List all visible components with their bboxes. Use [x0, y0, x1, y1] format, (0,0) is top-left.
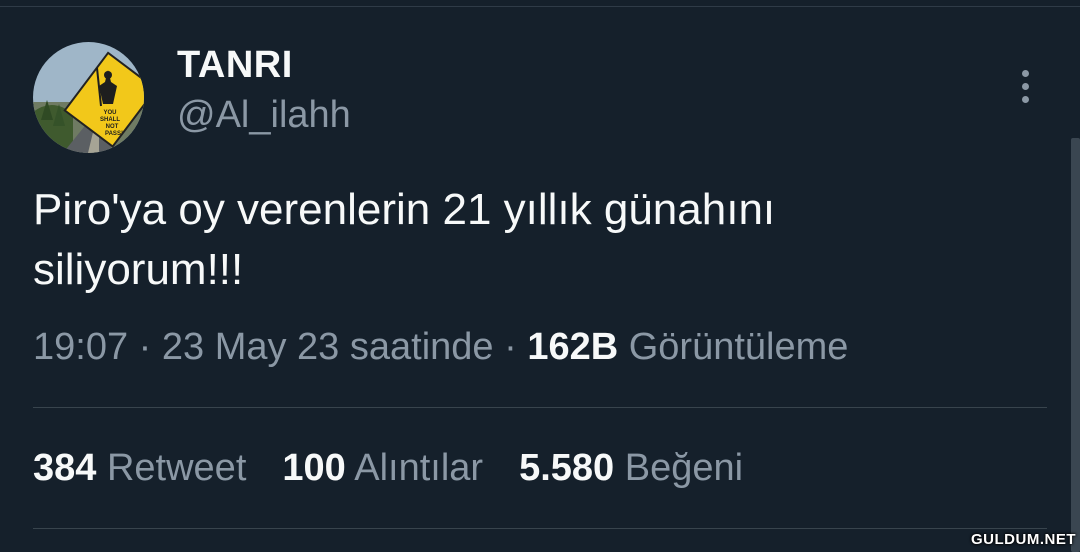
- more-options-icon[interactable]: [1008, 64, 1042, 108]
- svg-text:NOT: NOT: [106, 124, 119, 130]
- meta-separator: ·: [504, 326, 517, 368]
- quote-stat[interactable]: 100 Alıntılar: [282, 447, 483, 490]
- quote-label: Alıntılar: [354, 447, 484, 489]
- like-stat[interactable]: 5.580 Beğeni: [519, 447, 743, 490]
- tweet-text-line: Piro'ya oy verenlerin 21 yıllık günahını: [33, 185, 776, 234]
- quote-count: 100: [282, 447, 346, 489]
- avatar-image: YOU SHALL NOT PASS!: [33, 42, 144, 153]
- divider: [33, 407, 1047, 408]
- views-label[interactable]: Görüntüleme: [629, 326, 849, 368]
- watermark: GULDUM.NET: [971, 531, 1076, 548]
- avatar[interactable]: YOU SHALL NOT PASS!: [33, 42, 144, 153]
- tweet-date[interactable]: 23 May 23 saatinde: [162, 326, 494, 368]
- tweet-time[interactable]: 19:07: [33, 326, 128, 368]
- retweet-count: 384: [33, 447, 97, 489]
- tweet-meta: 19:07 · 23 May 23 saatinde · 162B Görünt…: [33, 326, 848, 369]
- views-count[interactable]: 162B: [527, 326, 618, 368]
- svg-text:SHALL: SHALL: [100, 117, 120, 123]
- engagement-stats: 384 Retweet 100 Alıntılar 5.580 Beğeni: [33, 447, 779, 490]
- scrollbar[interactable]: [1071, 138, 1080, 552]
- like-label: Beğeni: [624, 447, 744, 489]
- retweet-label: Retweet: [106, 447, 247, 489]
- meta-separator: ·: [138, 326, 152, 368]
- like-count: 5.580: [519, 447, 615, 489]
- avatar-sign-text: YOU: [103, 110, 116, 116]
- more-dot: [1021, 82, 1029, 90]
- display-name[interactable]: TANRI: [177, 44, 293, 87]
- more-dot: [1021, 95, 1029, 103]
- user-handle[interactable]: @Al_ilahh: [177, 94, 351, 137]
- divider: [33, 528, 1047, 529]
- more-dot: [1021, 69, 1029, 77]
- retweet-stat[interactable]: 384 Retweet: [33, 447, 246, 490]
- svg-text:PASS!: PASS!: [105, 131, 123, 137]
- tweet-text-line: siliyorum!!!: [33, 245, 244, 294]
- top-divider: [0, 6, 1080, 7]
- tweet-text: Piro'ya oy verenlerin 21 yıllık günahını…: [33, 180, 1033, 300]
